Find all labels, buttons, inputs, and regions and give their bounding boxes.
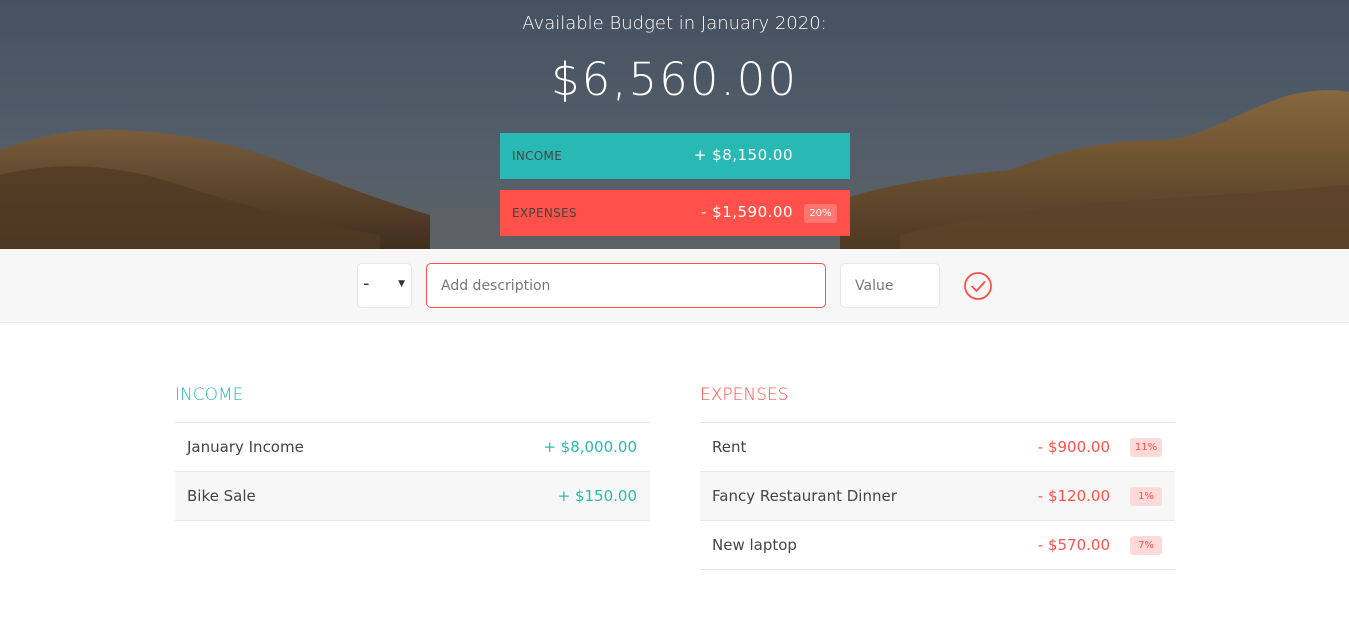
income-summary-label: Income [512,149,563,163]
budget-header: Available Budget in January 2020: $6,560… [0,0,1349,249]
item-value: + $8,000.00 [543,438,637,456]
type-select[interactable]: - ▼ [357,263,412,308]
item-value: - $120.00 [1037,487,1110,505]
expenses-summary-bar: Expenses - $1,590.00 20% [500,190,850,236]
expenses-summary-value: - $1,590.00 [700,203,793,221]
expense-item[interactable]: Rent - $900.00 11% [700,423,1175,472]
item-description: New laptop [712,536,797,554]
add-submit-button[interactable] [963,271,993,301]
income-item[interactable]: January Income + $8,000.00 [175,423,650,472]
check-circle-icon [964,272,992,300]
expense-item[interactable]: New laptop - $570.00 7% [700,521,1175,570]
income-list: January Income + $8,000.00 Bike Sale + $… [175,422,650,521]
expense-item[interactable]: Fancy Restaurant Dinner - $120.00 1% [700,472,1175,521]
income-item[interactable]: Bike Sale + $150.00 [175,472,650,521]
dropdown-caret-icon: ▼ [398,279,405,289]
item-value: + $150.00 [557,487,637,505]
item-description: Bike Sale [187,487,256,505]
expenses-summary-label: Expenses [512,206,577,220]
item-percentage-badge: 1% [1130,487,1162,506]
value-input[interactable] [840,263,940,308]
item-value: - $900.00 [1037,438,1110,456]
expenses-percentage-badge: 20% [804,204,837,223]
item-description: January Income [187,438,304,456]
expenses-list-title: Expenses [700,385,789,405]
item-percentage-badge: 11% [1130,438,1162,457]
expenses-list: Rent - $900.00 11% Fancy Restaurant Dinn… [700,422,1175,570]
description-input[interactable] [426,263,826,308]
type-select-value: - [363,273,370,294]
item-value: - $570.00 [1037,536,1110,554]
available-budget-value: $6,560.00 [550,53,799,106]
item-description: Rent [712,438,747,456]
income-list-title: Income [175,385,244,405]
income-summary-bar: Income + $8,150.00 [500,133,850,179]
item-description: Fancy Restaurant Dinner [712,487,897,505]
item-percentage-badge: 7% [1130,536,1162,555]
add-item-bar: - ▼ [0,249,1349,323]
income-summary-value: + $8,150.00 [693,146,793,164]
budget-title: Available Budget in January 2020: [522,13,827,34]
